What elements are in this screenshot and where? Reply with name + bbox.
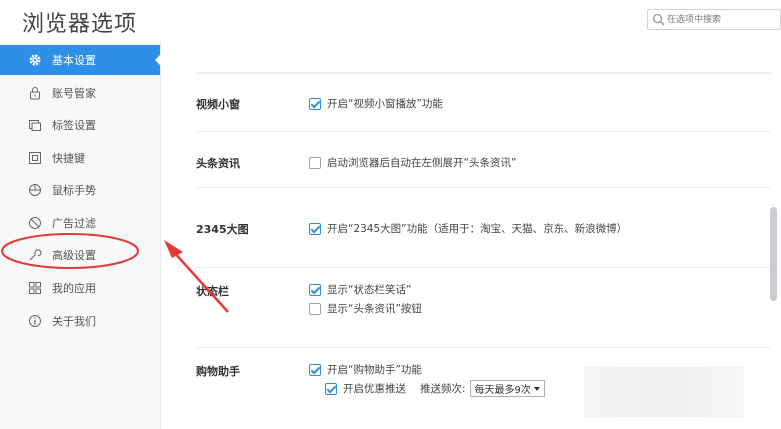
setting-label: 状态栏 xyxy=(196,285,229,298)
option-text: 启动浏览器后自动在左侧展开“头条资讯” xyxy=(327,157,517,169)
statusbar-joke-option[interactable]: 显示“状态栏笑话” xyxy=(309,282,411,297)
sidebar-item-account-manager[interactable]: 账号管家 xyxy=(0,78,160,108)
setting-row-video: 视频小窗 开启“视频小窗播放”功能 xyxy=(196,73,771,131)
sidebar-item-label: 基本设置 xyxy=(52,54,96,67)
option-text: 开启优惠推送 xyxy=(343,383,406,395)
info-icon xyxy=(29,315,41,327)
option-text: 开启“视频小窗播放”功能 xyxy=(327,98,443,110)
sidebar: 基本设置 账号管家 标签设置 快捷键 鼠标手势 广告过滤 高级设置 我的应用 关… xyxy=(0,42,161,429)
video-window-checkbox[interactable] xyxy=(309,97,321,110)
setting-label: 2345大图 xyxy=(196,223,249,236)
search-icon xyxy=(652,13,665,26)
blurred-watermark xyxy=(584,367,744,417)
bigpic-option[interactable]: 开启“2345大图”功能（适用于：淘宝、天猫、京东、新浪微博） xyxy=(309,221,627,236)
news-auto-expand-checkbox[interactable] xyxy=(309,156,321,169)
discount-push-checkbox[interactable] xyxy=(325,382,337,395)
gear-icon xyxy=(29,54,41,66)
push-frequency-select[interactable]: 每天最多9次 xyxy=(469,380,545,397)
tabs-icon xyxy=(29,120,41,131)
statusbar-news-button-option[interactable]: 显示“头条资讯”按钮 xyxy=(309,301,422,316)
shopping-assistant-checkbox[interactable] xyxy=(309,363,321,376)
sidebar-item-label: 关于我们 xyxy=(52,315,96,328)
sidebar-item-ad-filter[interactable]: 广告过滤 xyxy=(0,208,160,238)
key-icon xyxy=(29,152,41,164)
sidebar-item-label: 快捷键 xyxy=(52,152,85,165)
option-text: 显示“状态栏笑话” xyxy=(327,284,412,296)
video-window-option[interactable]: 开启“视频小窗播放”功能 xyxy=(309,96,443,111)
page-title: 浏览器选项 xyxy=(22,12,138,37)
mouse-icon xyxy=(29,184,41,196)
sidebar-item-label: 标签设置 xyxy=(52,119,96,132)
apps-icon xyxy=(29,282,41,294)
option-text: 开启“购物助手”功能 xyxy=(327,364,422,376)
setting-row-bigpic: 2345大图 开启“2345大图”功能（适用于：淘宝、天猫、京东、新浪微博） xyxy=(196,187,771,267)
setting-row-news: 头条资讯 启动浏览器后自动在左侧展开“头条资讯” xyxy=(196,131,771,187)
search-box[interactable] xyxy=(647,9,781,30)
sidebar-item-about-us[interactable]: 关于我们 xyxy=(0,306,160,336)
sidebar-item-my-apps[interactable]: 我的应用 xyxy=(0,273,160,303)
discount-push-option[interactable]: 开启优惠推送 推送频次: 每天最多9次 xyxy=(325,380,545,397)
block-icon xyxy=(29,217,41,229)
sidebar-item-label: 账号管家 xyxy=(52,87,96,100)
scrollbar[interactable] xyxy=(770,207,777,301)
setting-label: 购物助手 xyxy=(196,365,240,378)
sidebar-item-label: 鼠标手势 xyxy=(52,184,96,197)
sidebar-item-shortcuts[interactable]: 快捷键 xyxy=(0,143,160,173)
sidebar-item-basic-settings[interactable]: 基本设置 xyxy=(0,45,161,75)
wrench-icon xyxy=(29,249,42,261)
select-value: 每天最多9次 xyxy=(474,385,531,396)
sidebar-item-mouse-gestures[interactable]: 鼠标手势 xyxy=(0,175,160,205)
setting-label: 头条资讯 xyxy=(196,157,240,170)
shopping-assistant-option[interactable]: 开启“购物助手”功能 xyxy=(309,362,422,377)
statusbar-news-button-checkbox[interactable] xyxy=(309,302,321,315)
news-auto-expand-option[interactable]: 启动浏览器后自动在左侧展开“头条资讯” xyxy=(309,155,516,170)
push-frequency-label: 推送频次: xyxy=(420,383,466,395)
option-text: 开启“2345大图”功能（适用于：淘宝、天猫、京东、新浪微博） xyxy=(327,223,628,235)
setting-label: 视频小窗 xyxy=(196,98,240,111)
header: 浏览器选项 xyxy=(0,0,781,42)
browser-options-page: 浏览器选项 基本设置 账号管家 xyxy=(0,0,781,429)
sidebar-item-label: 广告过滤 xyxy=(52,217,96,230)
search-input[interactable] xyxy=(667,12,777,27)
bigpic-checkbox[interactable] xyxy=(309,222,321,235)
statusbar-joke-checkbox[interactable] xyxy=(309,283,321,296)
lock-icon xyxy=(30,87,40,100)
chevron-down-icon xyxy=(533,386,540,391)
sidebar-item-label: 我的应用 xyxy=(52,282,96,295)
sidebar-item-label: 高级设置 xyxy=(52,249,96,262)
sidebar-item-advanced-settings[interactable]: 高级设置 xyxy=(0,240,160,270)
setting-row-statusbar: 状态栏 显示“状态栏笑话” 显示“头条资讯”按钮 xyxy=(196,267,771,347)
option-text: 显示“头条资讯”按钮 xyxy=(327,303,422,315)
sidebar-item-tab-settings[interactable]: 标签设置 xyxy=(0,110,160,140)
